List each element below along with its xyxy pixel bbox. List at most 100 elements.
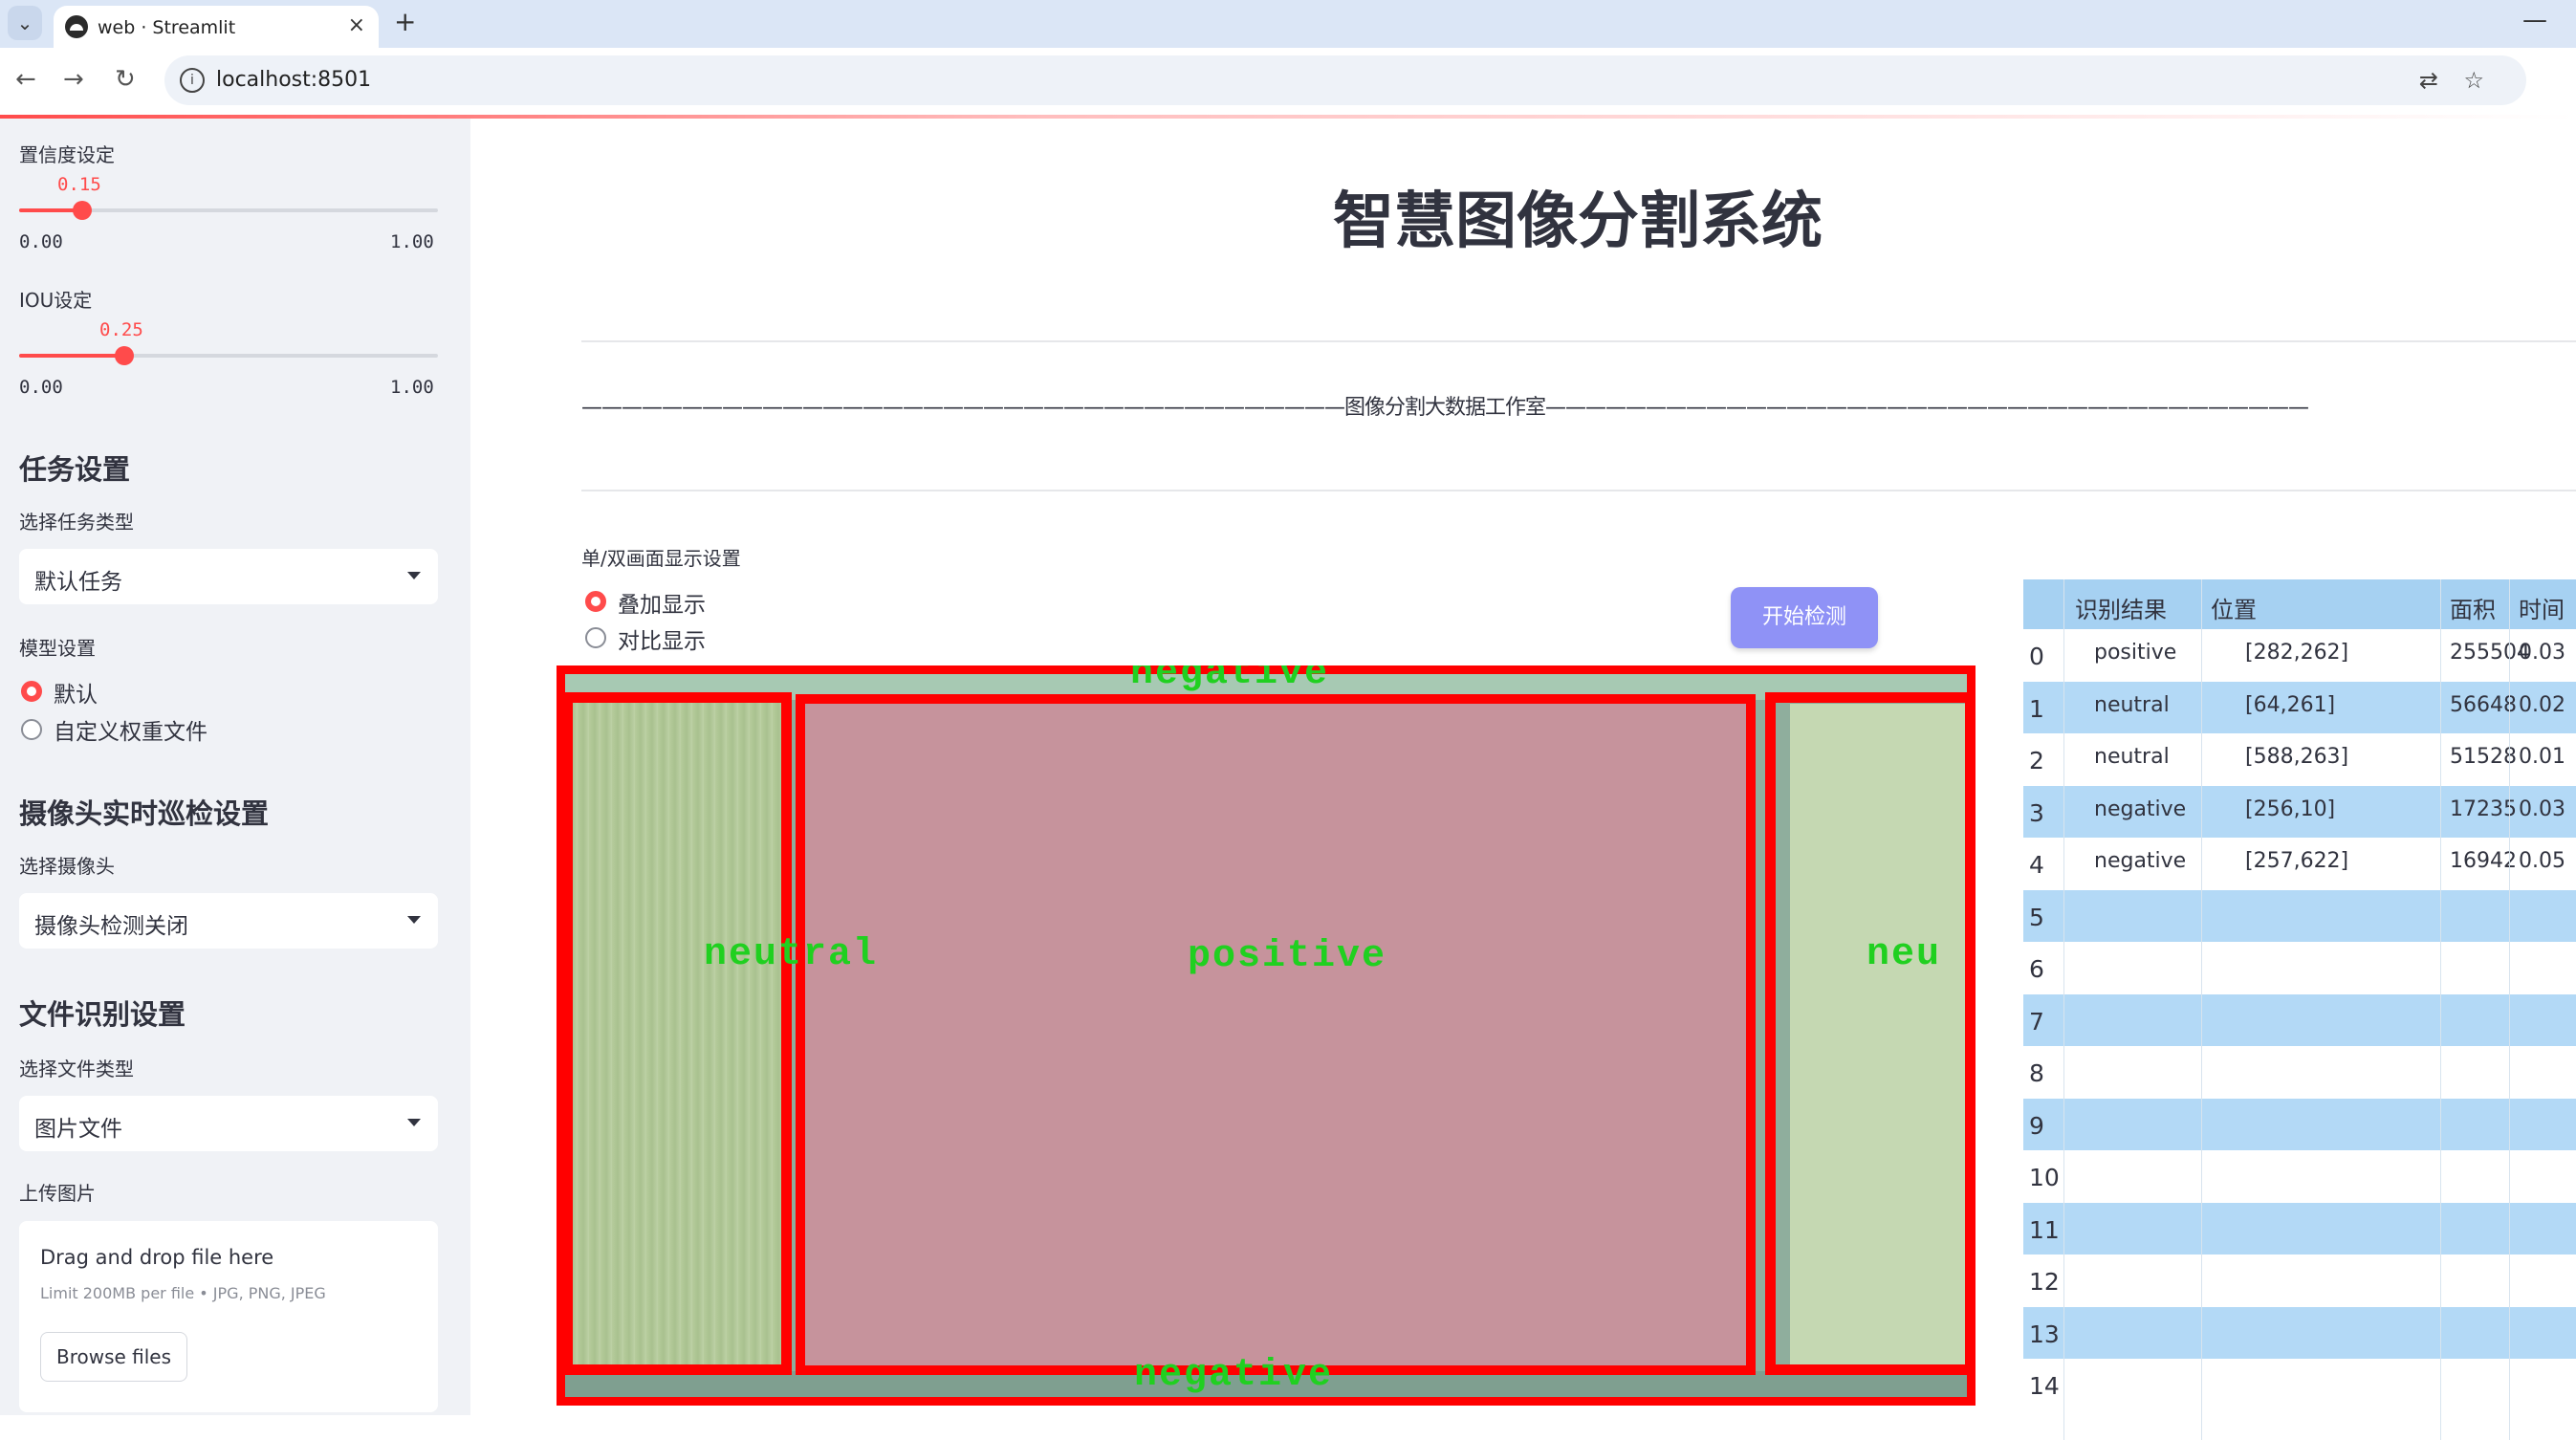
row-index: 13 <box>2029 1320 2060 1348</box>
forward-arrow-icon[interactable]: → <box>63 65 84 94</box>
cell-result: negative <box>2094 849 2187 873</box>
header-position[interactable]: 位置 <box>2211 591 2257 624</box>
table-row[interactable]: 9 <box>2023 1098 2576 1150</box>
table-row[interactable]: 11 <box>2023 1202 2576 1255</box>
new-tab-icon[interactable]: + <box>394 6 416 37</box>
task-type-label: 选择任务类型 <box>19 511 134 534</box>
table-row[interactable]: 8 <box>2023 1046 2576 1098</box>
bookmark-star-icon[interactable]: ☆ <box>2463 67 2484 94</box>
label-negative-top: negative <box>1130 665 1330 695</box>
cell-result: negative <box>2094 796 2187 821</box>
table-row[interactable]: 6 <box>2023 942 2576 993</box>
camera-value: 摄像头检测关闭 <box>34 914 188 939</box>
header-result[interactable]: 识别结果 <box>2075 591 2167 624</box>
browser-tab-bar: ⌄ web · Streamlit × + — <box>0 0 2576 48</box>
cell-position: [588,263] <box>2245 745 2349 769</box>
table-row[interactable]: 13 <box>2023 1306 2576 1359</box>
file-type-select[interactable]: 图片文件 <box>19 1096 438 1151</box>
row-index: 0 <box>2029 643 2044 670</box>
tab-list-chevron-icon[interactable]: ⌄ <box>8 6 42 40</box>
table-row[interactable]: 0 positive [282,262] 255504 0.03 <box>2023 629 2576 681</box>
translate-icon[interactable]: ⇄ <box>2419 67 2438 94</box>
divider <box>581 490 2576 491</box>
overlay-display-label[interactable]: 叠加显示 <box>618 586 706 619</box>
model-default-radio[interactable] <box>21 681 42 702</box>
task-type-select[interactable]: 默认任务 <box>19 549 438 604</box>
task-section-heading: 任务设置 <box>19 453 131 486</box>
browser-tab[interactable]: web · Streamlit × <box>54 6 379 48</box>
column-divider <box>2509 579 2510 1440</box>
row-index: 8 <box>2029 1059 2044 1087</box>
label-neutral-left: neutral <box>704 933 879 976</box>
cell-area: 51528 <box>2450 745 2517 769</box>
camera-section-heading: 摄像头实时巡检设置 <box>19 797 270 830</box>
reload-icon[interactable]: ↻ <box>115 65 136 94</box>
close-tab-icon[interactable]: × <box>348 13 365 37</box>
iou-slider-fill <box>19 354 124 358</box>
overlay-display-radio[interactable] <box>585 591 606 612</box>
table-header: 识别结果 位置 面积 时间 <box>2023 579 2576 629</box>
model-default-label[interactable]: 默认 <box>54 676 98 709</box>
iou-slider[interactable] <box>19 346 438 365</box>
row-index: 14 <box>2029 1372 2060 1400</box>
url-text: localhost:8501 <box>216 68 372 92</box>
row-index: 5 <box>2029 903 2044 931</box>
row-index: 9 <box>2029 1111 2044 1140</box>
compare-display-radio[interactable] <box>585 627 606 648</box>
iou-slider-thumb[interactable] <box>115 346 134 365</box>
file-uploader-dropzone[interactable]: Drag and drop file here Limit 200MB per … <box>19 1221 438 1412</box>
row-index: 4 <box>2029 851 2044 879</box>
row-index: 11 <box>2029 1215 2060 1244</box>
table-row[interactable]: 4 negative [257,622] 16942 0.05 <box>2023 838 2576 889</box>
back-arrow-icon[interactable]: ← <box>15 65 36 94</box>
camera-select[interactable]: 摄像头检测关闭 <box>19 893 438 949</box>
start-detection-button[interactable]: 开始检测 <box>1731 587 1878 648</box>
cell-area: 16942 <box>2450 849 2517 873</box>
cell-time: 0.02 <box>2519 692 2565 717</box>
positive-mask-border <box>796 694 1756 1375</box>
iou-min: 0.00 <box>19 377 63 398</box>
table-row[interactable]: 3 negative [256,10] 17235 0.03 <box>2023 785 2576 838</box>
site-info-icon[interactable]: i <box>180 68 205 93</box>
label-neutral-right: neu <box>1867 933 1942 976</box>
confidence-max: 1.00 <box>390 231 434 252</box>
task-type-value: 默认任务 <box>34 570 122 595</box>
iou-value: 0.25 <box>99 319 143 340</box>
compare-display-label[interactable]: 对比显示 <box>618 622 706 655</box>
confidence-value: 0.15 <box>57 174 101 195</box>
confidence-label: 置信度设定 <box>19 143 115 166</box>
confidence-slider-thumb[interactable] <box>73 201 92 220</box>
table-row[interactable]: 10 <box>2023 1150 2576 1202</box>
neutral-right-mask-border <box>1765 692 1976 1375</box>
row-index: 7 <box>2029 1007 2044 1036</box>
table-row[interactable]: 12 <box>2023 1255 2576 1306</box>
cell-position: [256,10] <box>2245 796 2336 821</box>
confidence-slider[interactable] <box>19 201 438 220</box>
model-custom-label[interactable]: 自定义权重文件 <box>54 713 207 746</box>
table-row[interactable]: 2 neutral [588,263] 51528 0.01 <box>2023 733 2576 785</box>
streamlit-favicon-icon <box>65 15 88 38</box>
file-type-value: 图片文件 <box>34 1117 122 1142</box>
file-type-label: 选择文件类型 <box>19 1058 134 1080</box>
browse-files-button[interactable]: Browse files <box>40 1332 187 1382</box>
minimize-icon[interactable]: — <box>2522 6 2547 34</box>
neutral-left-mask-border <box>562 692 792 1375</box>
header-time[interactable]: 时间 <box>2519 591 2565 624</box>
row-index: 3 <box>2029 798 2044 827</box>
tab-title: web · Streamlit <box>98 17 236 38</box>
table-row[interactable]: 14 <box>2023 1359 2576 1410</box>
address-bar[interactable]: i localhost:8501 ⇄ ☆ <box>164 55 2526 105</box>
cell-position: [257,622] <box>2245 849 2349 873</box>
model-label: 模型设置 <box>19 637 96 660</box>
upload-title: Drag and drop file here <box>40 1246 274 1269</box>
segmentation-result-image: negative neutral positive neu negative <box>557 665 1976 1406</box>
row-index: 6 <box>2029 955 2044 983</box>
table-row[interactable]: 5 <box>2023 889 2576 942</box>
header-area[interactable]: 面积 <box>2450 591 2496 624</box>
cell-position: [64,261] <box>2245 692 2336 717</box>
model-custom-radio[interactable] <box>21 719 42 740</box>
cell-result: neutral <box>2094 692 2170 717</box>
table-row[interactable]: 7 <box>2023 993 2576 1046</box>
cell-result: neutral <box>2094 745 2170 769</box>
table-row[interactable]: 1 neutral [64,261] 56648 0.02 <box>2023 681 2576 733</box>
